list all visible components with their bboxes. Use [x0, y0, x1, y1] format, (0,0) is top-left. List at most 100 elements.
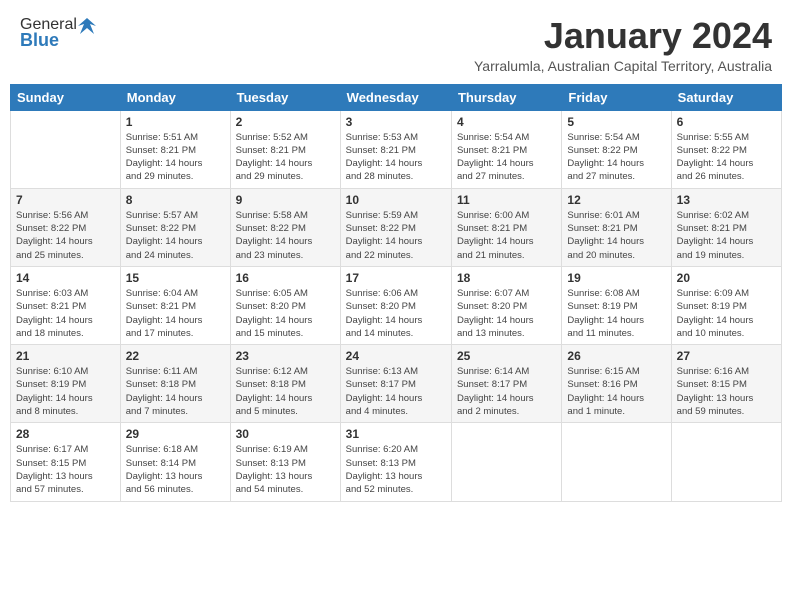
day-number: 30 [236, 427, 335, 441]
calendar-table: SundayMondayTuesdayWednesdayThursdayFrid… [10, 84, 782, 502]
calendar-cell: 16Sunrise: 6:05 AMSunset: 8:20 PMDayligh… [230, 266, 340, 344]
calendar-cell [562, 423, 671, 501]
day-info: Sunrise: 6:15 AMSunset: 8:16 PMDaylight:… [567, 365, 665, 418]
day-number: 12 [567, 193, 665, 207]
day-info: Sunrise: 5:59 AMSunset: 8:22 PMDaylight:… [346, 209, 446, 262]
calendar-cell [11, 110, 121, 188]
calendar-week-row: 1 Sunrise: 5:51 AMSunset: 8:21 PMDaylight… [11, 110, 782, 188]
location-title: Yarralumla, Australian Capital Territory… [474, 58, 772, 74]
day-number: 4 [457, 115, 556, 129]
day-number: 18 [457, 271, 556, 285]
calendar-cell: 26 Sunrise: 6:15 AMSunset: 8:16 PMDayligh… [562, 345, 671, 423]
calendar-week-row: 28 Sunrise: 6:17 AMSunset: 8:15 PMDayligh… [11, 423, 782, 501]
day-number: 20 [677, 271, 776, 285]
logo: General Blue [20, 16, 96, 51]
day-info: Sunrise: 5:57 AMSunset: 8:22 PMDaylight:… [126, 209, 225, 262]
calendar-cell: 6 Sunrise: 5:55 AMSunset: 8:22 PMDaylight… [671, 110, 781, 188]
calendar-cell: 3 Sunrise: 5:53 AMSunset: 8:21 PMDaylight… [340, 110, 451, 188]
calendar-week-row: 14Sunrise: 6:03 AMSunset: 8:21 PMDayligh… [11, 266, 782, 344]
calendar-cell: 27Sunrise: 6:16 AMSunset: 8:15 PMDayligh… [671, 345, 781, 423]
calendar-cell: 22 Sunrise: 6:11 AMSunset: 8:18 PMDayligh… [120, 345, 230, 423]
day-number: 3 [346, 115, 446, 129]
day-info: Sunrise: 5:55 AMSunset: 8:22 PMDaylight:… [677, 131, 776, 184]
day-info: Sunrise: 6:08 AMSunset: 8:19 PMDaylight:… [567, 287, 665, 340]
day-info: Sunrise: 5:51 AMSunset: 8:21 PMDaylight:… [126, 131, 225, 184]
day-info: Sunrise: 6:13 AMSunset: 8:17 PMDaylight:… [346, 365, 446, 418]
calendar-cell: 12 Sunrise: 6:01 AMSunset: 8:21 PMDayligh… [562, 188, 671, 266]
day-header-tuesday: Tuesday [230, 84, 340, 110]
calendar-cell: 24 Sunrise: 6:13 AMSunset: 8:17 PMDayligh… [340, 345, 451, 423]
calendar-cell: 15 Sunrise: 6:04 AMSunset: 8:21 PMDayligh… [120, 266, 230, 344]
day-number: 17 [346, 271, 446, 285]
day-info: Sunrise: 6:11 AMSunset: 8:18 PMDaylight:… [126, 365, 225, 418]
calendar-cell: 20 Sunrise: 6:09 AMSunset: 8:19 PMDayligh… [671, 266, 781, 344]
day-header-sunday: Sunday [11, 84, 121, 110]
day-number: 22 [126, 349, 225, 363]
day-info: Sunrise: 6:19 AMSunset: 8:13 PMDaylight:… [236, 443, 335, 496]
calendar-cell: 5Sunrise: 5:54 AMSunset: 8:22 PMDaylight… [562, 110, 671, 188]
calendar-cell: 29 Sunrise: 6:18 AMSunset: 8:14 PMDayligh… [120, 423, 230, 501]
day-number: 19 [567, 271, 665, 285]
day-number: 31 [346, 427, 446, 441]
day-number: 8 [126, 193, 225, 207]
day-info: Sunrise: 6:17 AMSunset: 8:15 PMDaylight:… [16, 443, 115, 496]
day-number: 28 [16, 427, 115, 441]
calendar-cell: 17 Sunrise: 6:06 AMSunset: 8:20 PMDayligh… [340, 266, 451, 344]
day-info: Sunrise: 6:10 AMSunset: 8:19 PMDaylight:… [16, 365, 115, 418]
day-number: 5 [567, 115, 665, 129]
day-header-monday: Monday [120, 84, 230, 110]
day-info: Sunrise: 6:02 AMSunset: 8:21 PMDaylight:… [677, 209, 776, 262]
day-info: Sunrise: 6:00 AMSunset: 8:21 PMDaylight:… [457, 209, 556, 262]
day-number: 6 [677, 115, 776, 129]
day-info: Sunrise: 6:06 AMSunset: 8:20 PMDaylight:… [346, 287, 446, 340]
calendar-cell: 10 Sunrise: 5:59 AMSunset: 8:22 PMDayligh… [340, 188, 451, 266]
day-info: Sunrise: 6:14 AMSunset: 8:17 PMDaylight:… [457, 365, 556, 418]
calendar-cell [451, 423, 561, 501]
day-number: 25 [457, 349, 556, 363]
calendar-week-row: 21 Sunrise: 6:10 AMSunset: 8:19 PMDayligh… [11, 345, 782, 423]
day-number: 13 [677, 193, 776, 207]
logo-bird-icon [78, 16, 96, 34]
month-title: January 2024 [474, 16, 772, 56]
day-number: 14 [16, 271, 115, 285]
day-info: Sunrise: 6:04 AMSunset: 8:21 PMDaylight:… [126, 287, 225, 340]
day-header-wednesday: Wednesday [340, 84, 451, 110]
page-header: General Blue January 2024 Yarralumla, Au… [10, 10, 782, 80]
day-number: 21 [16, 349, 115, 363]
day-info: Sunrise: 6:20 AMSunset: 8:13 PMDaylight:… [346, 443, 446, 496]
day-number: 2 [236, 115, 335, 129]
calendar-cell: 19 Sunrise: 6:08 AMSunset: 8:19 PMDayligh… [562, 266, 671, 344]
day-info: Sunrise: 6:18 AMSunset: 8:14 PMDaylight:… [126, 443, 225, 496]
day-number: 7 [16, 193, 115, 207]
title-block: January 2024 Yarralumla, Australian Capi… [474, 16, 772, 74]
day-number: 10 [346, 193, 446, 207]
calendar-week-row: 7 Sunrise: 5:56 AMSunset: 8:22 PMDaylight… [11, 188, 782, 266]
calendar-cell: 1 Sunrise: 5:51 AMSunset: 8:21 PMDaylight… [120, 110, 230, 188]
calendar-cell: 23Sunrise: 6:12 AMSunset: 8:18 PMDayligh… [230, 345, 340, 423]
day-number: 23 [236, 349, 335, 363]
day-info: Sunrise: 5:53 AMSunset: 8:21 PMDaylight:… [346, 131, 446, 184]
day-info: Sunrise: 6:05 AMSunset: 8:20 PMDaylight:… [236, 287, 335, 340]
day-number: 24 [346, 349, 446, 363]
logo-blue-text: Blue [20, 30, 59, 51]
day-header-thursday: Thursday [451, 84, 561, 110]
calendar-cell: 2Sunrise: 5:52 AMSunset: 8:21 PMDaylight… [230, 110, 340, 188]
day-number: 29 [126, 427, 225, 441]
day-number: 15 [126, 271, 225, 285]
day-info: Sunrise: 6:01 AMSunset: 8:21 PMDaylight:… [567, 209, 665, 262]
day-number: 11 [457, 193, 556, 207]
calendar-cell: 31 Sunrise: 6:20 AMSunset: 8:13 PMDayligh… [340, 423, 451, 501]
calendar-cell: 18Sunrise: 6:07 AMSunset: 8:20 PMDayligh… [451, 266, 561, 344]
day-number: 26 [567, 349, 665, 363]
calendar-cell [671, 423, 781, 501]
day-number: 27 [677, 349, 776, 363]
calendar-cell: 28 Sunrise: 6:17 AMSunset: 8:15 PMDayligh… [11, 423, 121, 501]
calendar-cell: 13 Sunrise: 6:02 AMSunset: 8:21 PMDayligh… [671, 188, 781, 266]
calendar-cell: 25 Sunrise: 6:14 AMSunset: 8:17 PMDayligh… [451, 345, 561, 423]
calendar-cell: 7 Sunrise: 5:56 AMSunset: 8:22 PMDaylight… [11, 188, 121, 266]
day-info: Sunrise: 6:09 AMSunset: 8:19 PMDaylight:… [677, 287, 776, 340]
calendar-cell: 21 Sunrise: 6:10 AMSunset: 8:19 PMDayligh… [11, 345, 121, 423]
day-number: 1 [126, 115, 225, 129]
day-info: Sunrise: 5:56 AMSunset: 8:22 PMDaylight:… [16, 209, 115, 262]
calendar-cell: 4Sunrise: 5:54 AMSunset: 8:21 PMDaylight… [451, 110, 561, 188]
